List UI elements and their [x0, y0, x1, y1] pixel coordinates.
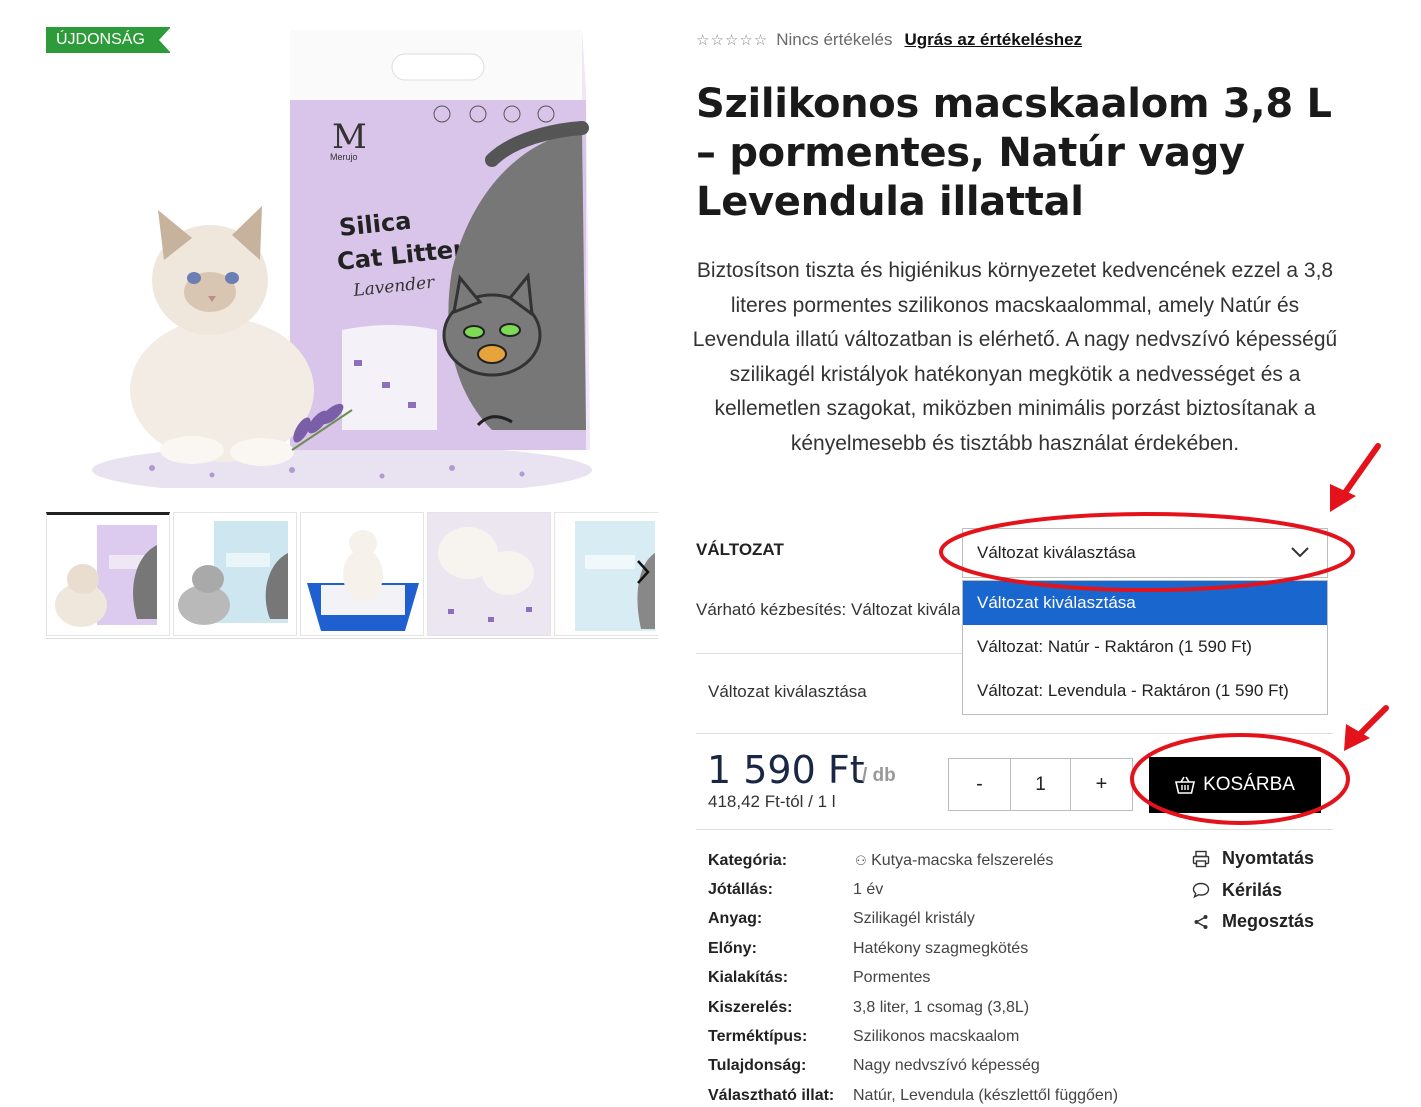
thumbnail-1[interactable]	[46, 512, 170, 636]
property-row: Előny: Hatékony szagmegkötés	[708, 934, 1118, 963]
property-row: Jótállás: 1 év	[708, 875, 1118, 904]
property-key: Kiszerelés:	[708, 998, 793, 1016]
share-icon	[1194, 914, 1208, 929]
property-key: Előny:	[708, 939, 757, 957]
property-key: Választható illat:	[708, 1086, 835, 1104]
property-value: Szilikagél kristály	[853, 910, 975, 928]
share-label: Megosztás	[1222, 911, 1315, 932]
chevron-down-icon	[1291, 547, 1309, 558]
price: 1 590 Ft	[707, 748, 865, 792]
svg-text:M: M	[332, 117, 367, 157]
chat-bubble-icon	[1192, 883, 1210, 899]
price-unit: / db	[862, 765, 896, 786]
variant-option-natur[interactable]: Változat: Natúr - Raktáron (1 590 Ft)	[963, 625, 1327, 669]
property-value[interactable]: ⚇ Kutya-macska felszerelés	[855, 852, 1053, 870]
annotation-arrow-cart	[1344, 705, 1389, 751]
property-value: Natúr, Levendula (készlettől függően)	[853, 1086, 1119, 1104]
property-key: Anyag:	[708, 910, 763, 928]
product-properties: Kategória: ⚇ Kutya-macska felszerelés Jó…	[708, 846, 1118, 1107]
property-value: Pormentes	[853, 969, 931, 987]
variant-label: VÁLTOZAT	[696, 540, 784, 559]
variant-select-value: Változat kiválasztása	[977, 543, 1136, 562]
thumbnail-4[interactable]	[427, 512, 551, 636]
divider	[696, 653, 962, 654]
star-rating-icon: ☆☆☆☆☆	[696, 32, 769, 49]
print-button[interactable]: Nyomtatás	[1192, 843, 1314, 875]
variant-option-levendula[interactable]: Változat: Levendula - Raktáron (1 590 Ft…	[963, 669, 1327, 713]
property-row: Tulajdonság: Nagy nedvszívó képesség	[708, 1052, 1118, 1081]
property-value: Hatékony szagmegkötés	[853, 939, 1029, 957]
thumbnail-2[interactable]	[173, 512, 297, 636]
svg-text:Merujo: Merujo	[330, 152, 358, 162]
variant-dropdown: Változat kiválasztása Változat: Natúr - …	[962, 580, 1328, 715]
property-row: Kiszerelés: 3,8 liter, 1 csomag (3,8L)	[708, 993, 1118, 1022]
variant-option-placeholder[interactable]: Változat kiválasztása	[963, 581, 1327, 625]
property-value: 3,8 liter, 1 csomag (3,8L)	[853, 998, 1030, 1016]
inquiry-label: Kérilás	[1222, 879, 1283, 900]
property-key: Jótállás:	[708, 881, 773, 899]
quantity-stepper: - 1 +	[948, 758, 1133, 811]
print-label: Nyomtatás	[1222, 848, 1315, 869]
property-key: Terméktípus:	[708, 1028, 808, 1046]
property-row: Terméktípus: Szilikonos macskaalom	[708, 1022, 1118, 1051]
product-description: Biztosítson tiszta és higiénikus környez…	[692, 259, 1338, 455]
jump-to-reviews-link[interactable]: Ugrás az értékeléshez	[904, 30, 1082, 50]
paw-icon: ⚇	[855, 852, 867, 868]
share-button[interactable]: Megosztás	[1192, 906, 1314, 938]
add-to-cart-button[interactable]: KOSÁRBA	[1149, 757, 1321, 813]
unit-price: 418,42 Ft-tól / 1 l	[708, 792, 836, 811]
printer-icon	[1192, 850, 1210, 867]
thumbnail-strip	[46, 512, 658, 639]
variant-status: Változat kiválasztása	[708, 682, 867, 701]
product-title: Szilikonos macskaalom 3,8 L – pormentes,…	[696, 81, 1332, 225]
variant-select[interactable]: Változat kiválasztása	[962, 528, 1328, 578]
property-key: Tulajdonság:	[708, 1057, 807, 1075]
property-value: Nagy nedvszívó képesség	[853, 1057, 1040, 1075]
divider	[696, 829, 1333, 830]
property-key: Kialakítás:	[708, 969, 789, 987]
rating-row: ☆☆☆☆☆ Nincs értékelés Ugrás az értékelés…	[696, 28, 1082, 52]
delivery-estimate: Várható kézbesítés: Változat kiválasztás…	[696, 600, 960, 619]
property-value: Szilikonos macskaalom	[853, 1028, 1020, 1046]
add-to-cart-label: KOSÁRBA	[1203, 774, 1295, 795]
thumbnail-3[interactable]	[300, 512, 424, 636]
property-key: Kategória:	[708, 851, 788, 869]
inquiry-button[interactable]: Kérilás	[1192, 875, 1314, 907]
no-rating-text: Nincs értékelés	[776, 30, 893, 49]
quantity-input[interactable]: 1	[1010, 759, 1071, 810]
main-product-image[interactable]: M Merujo Silica Cat Litter Lavender	[92, 30, 612, 488]
quantity-decrease-button[interactable]: -	[949, 759, 1010, 810]
product-actions: Nyomtatás Kérilás Megosztás	[1192, 843, 1314, 938]
divider	[696, 733, 1333, 734]
chevron-right-icon[interactable]	[632, 557, 654, 587]
property-row: Kialakítás: Pormentes	[708, 964, 1118, 993]
property-row: Választható illat: Natúr, Levendula (kés…	[708, 1081, 1118, 1107]
property-row: Kategória: ⚇ Kutya-macska felszerelés	[708, 846, 1118, 875]
basket-icon	[1175, 776, 1196, 794]
property-value: 1 év	[853, 881, 884, 899]
property-row: Anyag: Szilikagél kristály	[708, 905, 1118, 934]
quantity-increase-button[interactable]: +	[1071, 759, 1132, 810]
